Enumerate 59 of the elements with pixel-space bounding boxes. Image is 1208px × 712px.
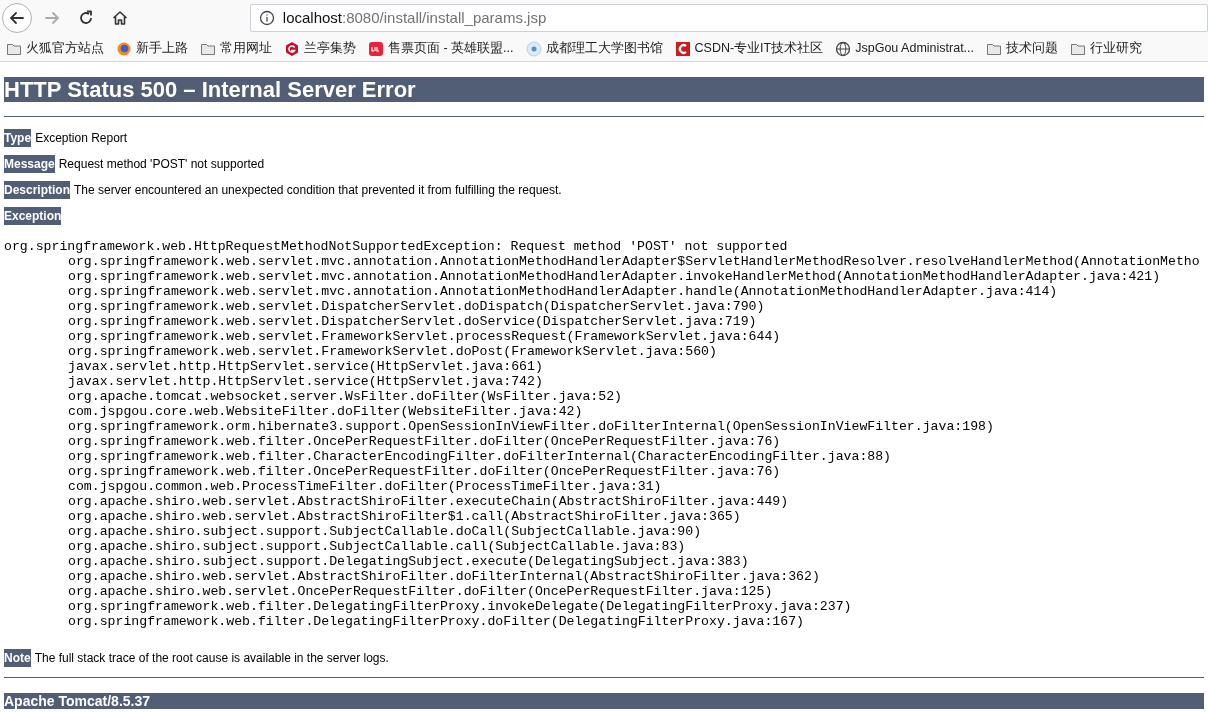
hexagon-icon [284, 40, 300, 57]
stack-frame: org.apache.shiro.subject.support.SubjectCallable.doCall(SubjectCallable.java:90) [68, 524, 702, 539]
stack-frame: org.springframework.web.filter.OncePerRequestFilter.doFilter(OncePerRequestFilter.java:76) [68, 464, 781, 479]
field-label: Exception [4, 207, 62, 225]
stack-frame: org.springframework.web.servlet.FrameworkServlet.processRequest(FrameworkServlet.java:644) [68, 329, 781, 344]
info-icon[interactable] [258, 10, 275, 26]
field-value: The server encountered an unexpected condition that prevented it from fulfilling the request. [74, 182, 562, 199]
stack-frame: org.springframework.web.filter.DelegatingFilterProxy.invokeDelegate(DelegatingFilterProxy.java:237) [68, 599, 852, 614]
bookmark-item[interactable]: CSDN-专业IT技术社区 [674, 39, 824, 58]
field-label: Type [4, 129, 32, 147]
stack-frame: org.springframework.web.servlet.DispatcherServlet.doService(DispatcherServlet.java:719) [68, 314, 757, 329]
stack-frame: org.apache.shiro.subject.support.DelegatingSubject.execute(DelegatingSubject.java:383) [68, 554, 749, 569]
stack-frame: org.apache.tomcat.websocket.server.WsFilter.doFilter(WsFilter.java:52) [68, 389, 622, 404]
stack-frame: org.apache.shiro.web.servlet.AbstractShiroFilter$1.call(AbstractShiroFilter.java:365) [68, 509, 741, 524]
stack-frame: org.springframework.web.servlet.DispatcherServlet.doDispatch(DispatcherServlet.java:790) [68, 299, 765, 314]
field-value: The full stack trace of the root cause is available in the server logs. [34, 650, 389, 667]
stack-frame: com.jspgou.core.web.WebsiteFilter.doFilter(WebsiteFilter.java:42) [68, 404, 583, 419]
stack-frame: org.springframework.web.servlet.FrameworkServlet.doPost(FrameworkServlet.java:560) [68, 344, 717, 359]
bookmark-item[interactable]: 售票页面 - 英雄联盟... [368, 39, 514, 58]
stack-frame: org.springframework.web.servlet.mvc.annotation.AnnotationMethodHandlerAdapter.invokeHandlerMethod(AnnotationMethodHandlerAdapter.java:421) [68, 269, 1161, 284]
field-label: Message [4, 155, 55, 173]
stack-frame: org.springframework.web.servlet.mvc.annotation.AnnotationMethodHandlerAdapter.handle(AnnotationMethodHandlerAdapter.java:414) [68, 284, 1058, 299]
stack-frame: org.springframework.web.servlet.mvc.annotation.AnnotationMethodHandlerAdapter$ServletHandlerMethodResolver.resolveHandlerMethod(AnnotationMetho [68, 254, 1200, 269]
bookmark-item[interactable]: 新手上路 [116, 39, 188, 58]
bookmark-item[interactable]: 技术问题 [986, 39, 1059, 58]
bookmark-item[interactable]: 兰亭集势 [284, 39, 356, 58]
bookmark-item[interactable]: 行业研究 [1070, 39, 1143, 58]
stack-frame: javax.servlet.http.HttpServlet.service(HttpServlet.java:661) [68, 359, 543, 374]
exception-line: org.springframework.web.HttpRequestMethodNotSupportedException: Request method 'POST' not supported [4, 239, 788, 254]
round-logo-icon [525, 40, 542, 57]
stack-frame: org.apache.shiro.web.servlet.OncePerRequestFilter.doFilter(OncePerRequestFilter.java:125) [68, 584, 773, 599]
stack-frame: org.springframework.web.filter.DelegatingFilterProxy.doFilter(DelegatingFilterProxy.java:167) [68, 614, 804, 629]
letter-c-icon [674, 40, 691, 57]
stack-frame: org.apache.shiro.web.servlet.AbstractShiroFilter.doFilterInternal(AbstractShiroFilter.java:362) [68, 569, 820, 584]
reload-icon [77, 10, 94, 26]
stack-frame: org.apache.shiro.web.servlet.AbstractShiroFilter.executeChain(AbstractShiroFilter.java:449) [68, 494, 789, 509]
server-version-footer: Apache Tomcat/8.5.37 [4, 693, 1204, 709]
url-text: localhost:8080/install/install_params.jsp [282, 7, 547, 28]
field-value: Request method 'POST' not supported [58, 156, 265, 173]
field-label: Description [4, 181, 70, 199]
bookmark-item[interactable]: JspGou Administrat... [835, 39, 975, 58]
field-value: Exception Report [35, 130, 128, 147]
stack-frame: org.springframework.web.filter.CharacterEncodingFilter.doFilterInternal(CharacterEncodingFilter.java:88) [68, 449, 892, 464]
stack-frame: com.jspgou.common.web.ProcessTimeFilter.doFilter(ProcessTimeFilter.java:31) [68, 479, 662, 494]
field-label: Note [4, 649, 31, 667]
bookmark-item[interactable]: 火狐官方站点 [6, 39, 104, 58]
bookmark-item[interactable]: 成都理工大学图书馆 [525, 39, 663, 58]
error-heading: HTTP Status 500 – Internal Server Error [4, 77, 1204, 102]
stack-frame: javax.servlet.http.HttpServlet.service(HttpServlet.java:742) [68, 374, 543, 389]
bookmark-item[interactable]: 常用网址 [200, 39, 272, 58]
home-icon [111, 10, 128, 26]
stack-frame: org.springframework.orm.hibernate3.support.OpenSessionInViewFilter.doFilterInternal(OpenSessionInViewFilter.java:198) [68, 419, 994, 434]
stack-frame: org.apache.shiro.subject.support.SubjectCallable.call(SubjectCallable.java:83) [68, 539, 686, 554]
address-bar[interactable]: localhost:8080/install/install_params.jsp [249, 4, 1208, 32]
back-arrow-icon [8, 10, 25, 26]
forward-arrow-icon [43, 10, 60, 26]
badge-icon [368, 40, 384, 57]
back-button[interactable] [2, 3, 32, 33]
stack-frame: org.springframework.web.filter.OncePerRequestFilter.doFilter(OncePerRequestFilter.java:76) [68, 434, 781, 449]
